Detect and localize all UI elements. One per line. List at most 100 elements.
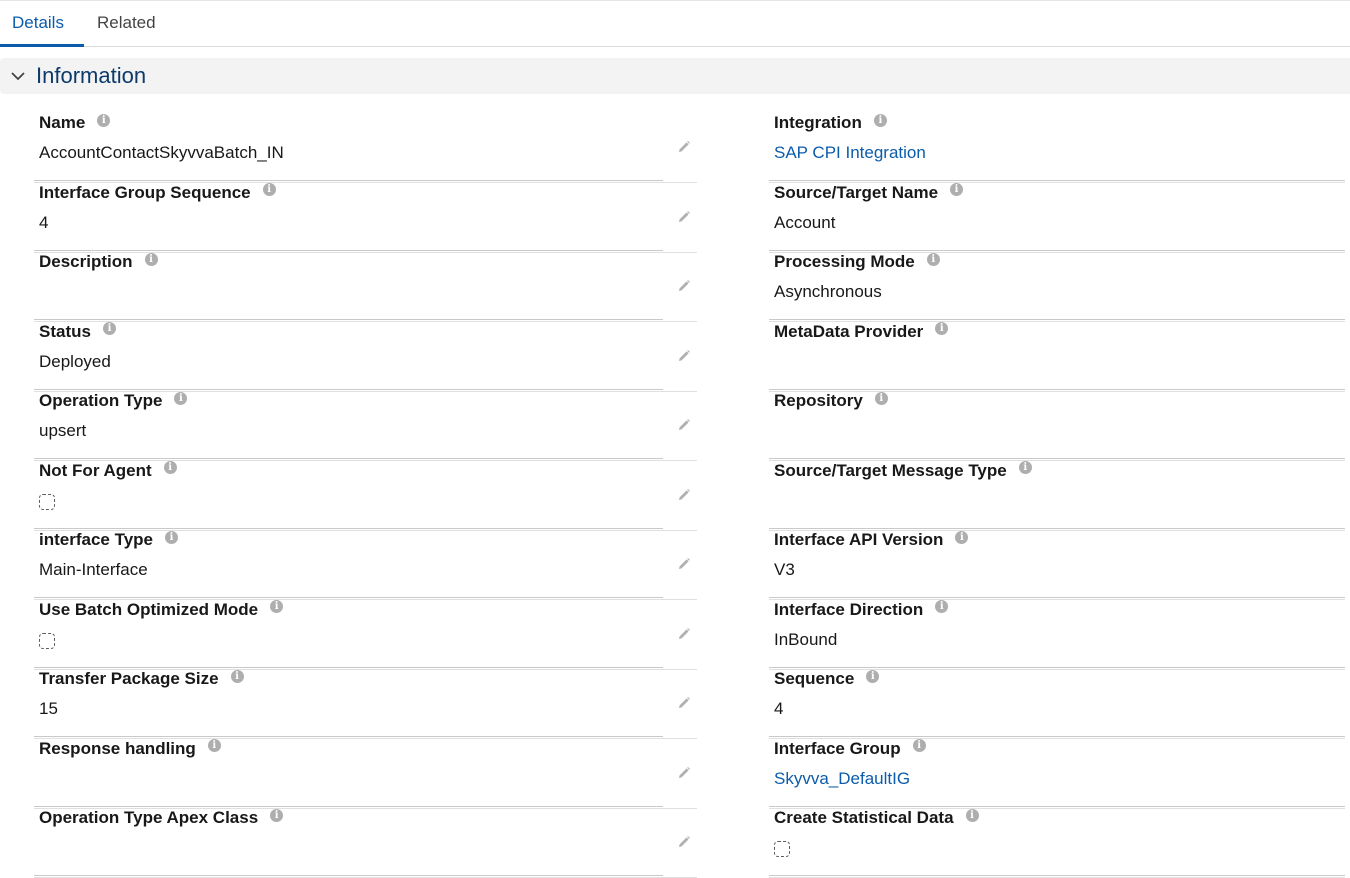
field-label-text: Operation Type Apex Class — [39, 808, 259, 827]
field-label: Source/Target Name i — [774, 183, 964, 203]
field-divider — [769, 597, 1345, 598]
field-operation-type-apex-class: Operation Type Apex Class i — [34, 808, 697, 878]
field-divider — [769, 319, 1345, 320]
field-use-batch-optimized-mode: Use Batch Optimized Mode i — [34, 599, 697, 670]
info-icon[interactable]: i — [955, 530, 969, 544]
info-icon[interactable]: i — [270, 600, 284, 613]
field-value-link[interactable]: Skyvva_DefaultIG — [774, 769, 910, 789]
field-value: upsert — [39, 421, 87, 440]
field-value: 4 — [774, 699, 784, 718]
field-interface-direction: Interface Direction i InBound — [769, 600, 1345, 670]
info-icon[interactable]: i — [935, 322, 949, 335]
field-divider — [769, 527, 1345, 529]
pencil-icon[interactable] — [677, 488, 691, 502]
tab-related[interactable]: Related — [97, 13, 156, 33]
field-label-text: interface Type — [39, 530, 154, 549]
info-icon[interactable]: i — [144, 252, 158, 266]
field-label-text: Interface Group Sequence — [39, 182, 251, 202]
info-icon[interactable]: i — [270, 808, 284, 822]
field-label: Source/Target Message Type i — [774, 461, 1032, 481]
info-icon[interactable]: i — [97, 113, 111, 127]
field-value: 15 — [39, 699, 58, 718]
info-icon[interactable]: i — [926, 252, 940, 266]
field-divider — [34, 736, 663, 737]
field-label-text: Use Batch Optimized Mode — [39, 599, 259, 619]
pencil-icon[interactable] — [677, 210, 691, 224]
info-icon[interactable]: i — [950, 183, 964, 196]
info-icon[interactable]: i — [230, 669, 244, 683]
information-section-header[interactable]: Information — [0, 58, 1350, 94]
field-divider — [34, 319, 663, 320]
field-description: Description i — [34, 252, 697, 322]
field-label-text: Source/Target Message Type — [774, 460, 1007, 480]
field-label-text: Description — [39, 252, 133, 271]
info-icon[interactable]: i — [262, 183, 276, 196]
field-label: Integration i — [774, 113, 887, 133]
pencil-icon[interactable] — [677, 766, 691, 780]
info-icon[interactable]: i — [965, 808, 979, 822]
info-icon[interactable]: i — [165, 530, 179, 544]
field-label: Name i — [39, 113, 111, 133]
info-icon[interactable]: i — [912, 739, 926, 752]
field-label-text: Create Statistical Data — [774, 808, 954, 827]
pencil-icon[interactable] — [677, 557, 691, 571]
field-label-text: Integration — [774, 113, 862, 132]
field-operation-type: Operation Type i upsert — [34, 391, 697, 461]
pencil-icon[interactable] — [677, 418, 691, 432]
field-value: Account — [774, 212, 836, 232]
field-transfer-package-size: Transfer Package Size i 15 — [34, 669, 697, 739]
info-icon[interactable]: i — [207, 739, 221, 752]
info-icon[interactable]: i — [174, 391, 188, 405]
pencil-icon[interactable] — [677, 349, 691, 363]
field-label-text: Processing Mode — [774, 252, 915, 271]
tab-details[interactable]: Details — [12, 13, 64, 33]
info-icon[interactable]: i — [874, 391, 888, 405]
info-icon[interactable]: i — [163, 461, 177, 474]
field-value: Deployed — [39, 351, 111, 371]
info-icon[interactable]: i — [1018, 461, 1032, 474]
pencil-icon[interactable] — [677, 835, 691, 849]
field-value: InBound — [774, 629, 838, 649]
field-label: Create Statistical Data i — [774, 808, 979, 828]
field-label: Interface Direction i — [774, 600, 949, 620]
field-label-text: MetaData Provider — [774, 321, 924, 341]
pencil-icon[interactable] — [677, 696, 691, 710]
field-divider — [769, 249, 1345, 251]
field-source-target-name: Source/Target Name i Account — [769, 183, 1345, 253]
pencil-icon[interactable] — [677, 279, 691, 293]
checkbox-field[interactable] — [39, 632, 55, 649]
field-divider — [769, 388, 1345, 390]
chevron-down-icon[interactable] — [10, 68, 26, 84]
field-label-text: Status — [39, 321, 91, 341]
field-sequence: Sequence i 4 — [769, 669, 1345, 739]
field-divider — [34, 388, 663, 390]
field-value: AccountContactSkyvvaBatch_IN — [39, 143, 284, 162]
field-label: Response handling i — [39, 739, 221, 759]
field-divider — [769, 805, 1345, 807]
field-label: Operation Type i — [39, 391, 188, 411]
info-icon[interactable]: i — [102, 322, 116, 335]
checkbox-field[interactable] — [774, 841, 790, 857]
info-icon[interactable]: i — [866, 669, 880, 683]
field-name: Name i AccountContactSkyvvaBatch_IN — [34, 113, 697, 183]
field-interface-group: Interface Group i Skyvva_DefaultIG — [769, 739, 1345, 809]
field-label: interface Type i — [39, 530, 179, 550]
field-label: Interface Group Sequence i — [39, 183, 276, 203]
field-value-link[interactable]: SAP CPI Integration — [774, 143, 926, 163]
field-value: 4 — [39, 212, 49, 232]
field-response-handling: Response handling i — [34, 739, 697, 809]
field-divider — [34, 527, 663, 529]
field-divider — [34, 249, 663, 251]
checkbox-field[interactable] — [39, 493, 55, 510]
field-label-text: Repository — [774, 391, 863, 410]
field-integration: Integration i SAP CPI Integration — [769, 113, 1345, 183]
field-label: Status i — [39, 322, 116, 342]
info-icon[interactable]: i — [873, 113, 887, 127]
field-label: Interface API Version i — [774, 530, 969, 550]
info-icon[interactable]: i — [935, 600, 949, 613]
field-interface-group-sequence: Interface Group Sequence i 4 — [34, 183, 697, 253]
pencil-icon[interactable] — [677, 140, 691, 154]
field-divider — [769, 180, 1345, 181]
active-tab-indicator — [0, 44, 84, 47]
pencil-icon[interactable] — [677, 627, 691, 641]
